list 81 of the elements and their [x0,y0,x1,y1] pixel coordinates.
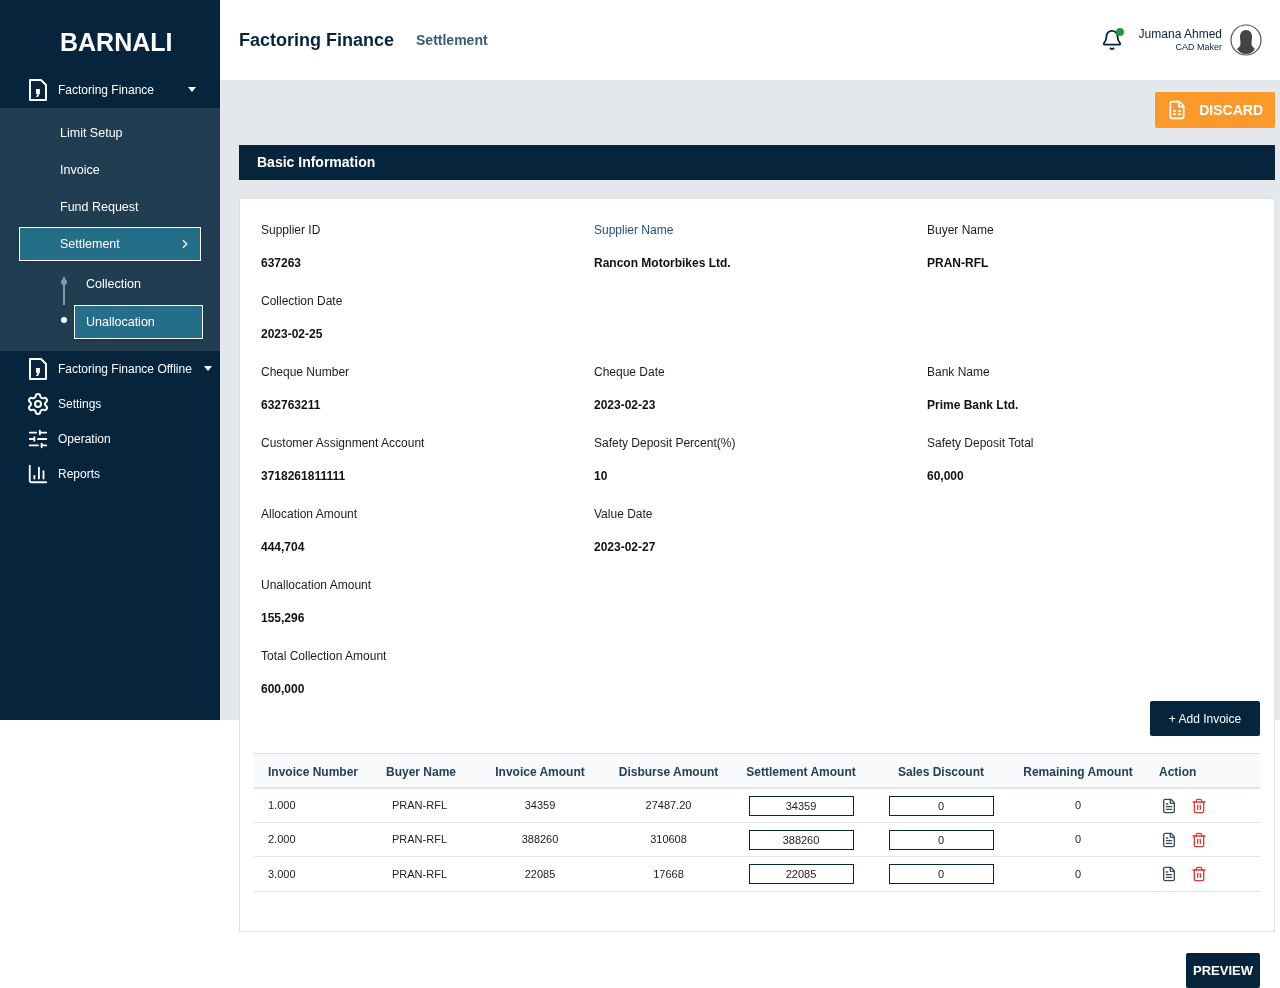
table-cell-text: 34359 [524,798,556,814]
column-header: Sales Discount [898,764,984,779]
field-label: Allocation Amount [261,506,359,523]
table-cell-text: 310608 [650,832,687,848]
sidebar-item-label: Factoring Finance Offline [58,360,192,378]
submenu-item[interactable]: Limit Setup [19,116,201,150]
submenu-item[interactable]: Unallocation [74,305,203,339]
table-cell-text: 0 [1074,866,1082,882]
sidebar-item[interactable]: Reports [0,456,220,491]
field-label: Cheque Number [261,364,351,381]
field-value: Rancon Motorbikes Ltd. [594,255,732,272]
field-value: 2023-02-25 [261,326,324,343]
table-cell-text: 3.000 [268,866,296,882]
page-title: Factoring Finance [239,28,395,52]
table-cell-text: 22085 [524,866,556,882]
sidebar-item-label: Operation [58,430,111,448]
sidebar-item[interactable]: Factoring Finance [0,72,220,107]
column-header: Action [1159,764,1197,779]
table-cell-text: PRAN-RFL [391,866,447,882]
amount-input[interactable]: 0 [888,864,994,884]
amount-input[interactable]: 0 [888,795,994,816]
field-value: 444,704 [261,539,306,556]
submenu-item[interactable]: Collection [74,267,203,301]
table-cell-text: 2.000 [268,832,296,848]
sidebar-item-label: Reports [58,465,101,483]
amount-input[interactable]: 34359 [748,795,854,816]
field-label: Customer Assignment Account [261,435,426,452]
field-label: Safety Deposit Total [927,435,1035,452]
sidebar-item-label: Factoring Finance [58,81,155,99]
table-cell-text: 0 [1074,798,1082,814]
column-header: Remaining Amount [1023,764,1133,779]
breadcrumb-link[interactable]: Settlement [416,29,488,51]
table-cell-text: PRAN-RFL [391,832,447,848]
field-label: Collection Date [261,293,344,310]
amount-input[interactable]: 0 [888,829,994,850]
field-label: Value Date [594,506,654,523]
field-value: 155,296 [261,610,306,627]
preview-button[interactable]: PREVIEW [1186,953,1260,988]
field-label: Unallocation Amount [261,577,373,594]
column-header: Invoice Amount [495,764,585,779]
field-label: Total Collection Amount [261,648,388,665]
field-value: 632763211 [261,397,322,414]
brand-logo: BARNALI [59,27,174,58]
user-role: CAD Maker [1175,41,1222,54]
table-cell-text: 27487.20 [645,798,692,814]
sidebar-item[interactable]: Operation [0,421,220,456]
amount-input[interactable]: 22085 [748,864,854,884]
submenu-item[interactable]: Invoice [19,153,201,187]
field-value: 3718261811111 [261,468,347,485]
submenu-item[interactable]: Fund Request [19,190,201,224]
submenu-item[interactable]: Settlement [19,227,201,261]
field-label: Bank Name [927,364,991,381]
column-header: Invoice Number [268,764,359,779]
field-value: Prime Bank Ltd. [927,397,1020,414]
field-value: 2023-02-23 [594,397,657,414]
field-value: 60,000 [927,468,965,485]
field-value: 10 [594,468,609,485]
field-label: Supplier ID [261,222,322,239]
sidebar-item-label: Settings [58,395,102,413]
amount-input[interactable]: 388260 [748,829,854,850]
section-header: Basic Information [239,145,1275,180]
table-cell-text: 1.000 [268,798,296,814]
table-cell-text: 388260 [521,832,559,848]
table-cell-text: PRAN-RFL [391,798,447,814]
column-header: Buyer Name [386,764,457,779]
field-value: 600,000 [261,681,306,698]
field-label: Supplier Name [594,222,675,239]
sidebar-item[interactable]: Factoring Finance Offline [0,351,220,386]
field-label: Buyer Name [927,222,995,239]
table-cell-text: 17668 [653,866,684,882]
user-name: Jumana Ahmed [1138,26,1222,42]
field-label: Safety Deposit Percent(%) [594,435,737,452]
column-header: Settlement Amount [746,764,856,779]
sidebar-item[interactable]: Settings [0,386,220,421]
field-value: 637263 [261,255,303,272]
field-value: PRAN-RFL [927,255,990,272]
table-cell-text: 0 [1074,832,1082,848]
field-label: Cheque Date [594,364,666,381]
column-header: Disburse Amount [618,764,719,779]
field-value: 2023-02-27 [594,539,657,556]
add-invoice-button[interactable]: + Add Invoice [1150,701,1260,736]
